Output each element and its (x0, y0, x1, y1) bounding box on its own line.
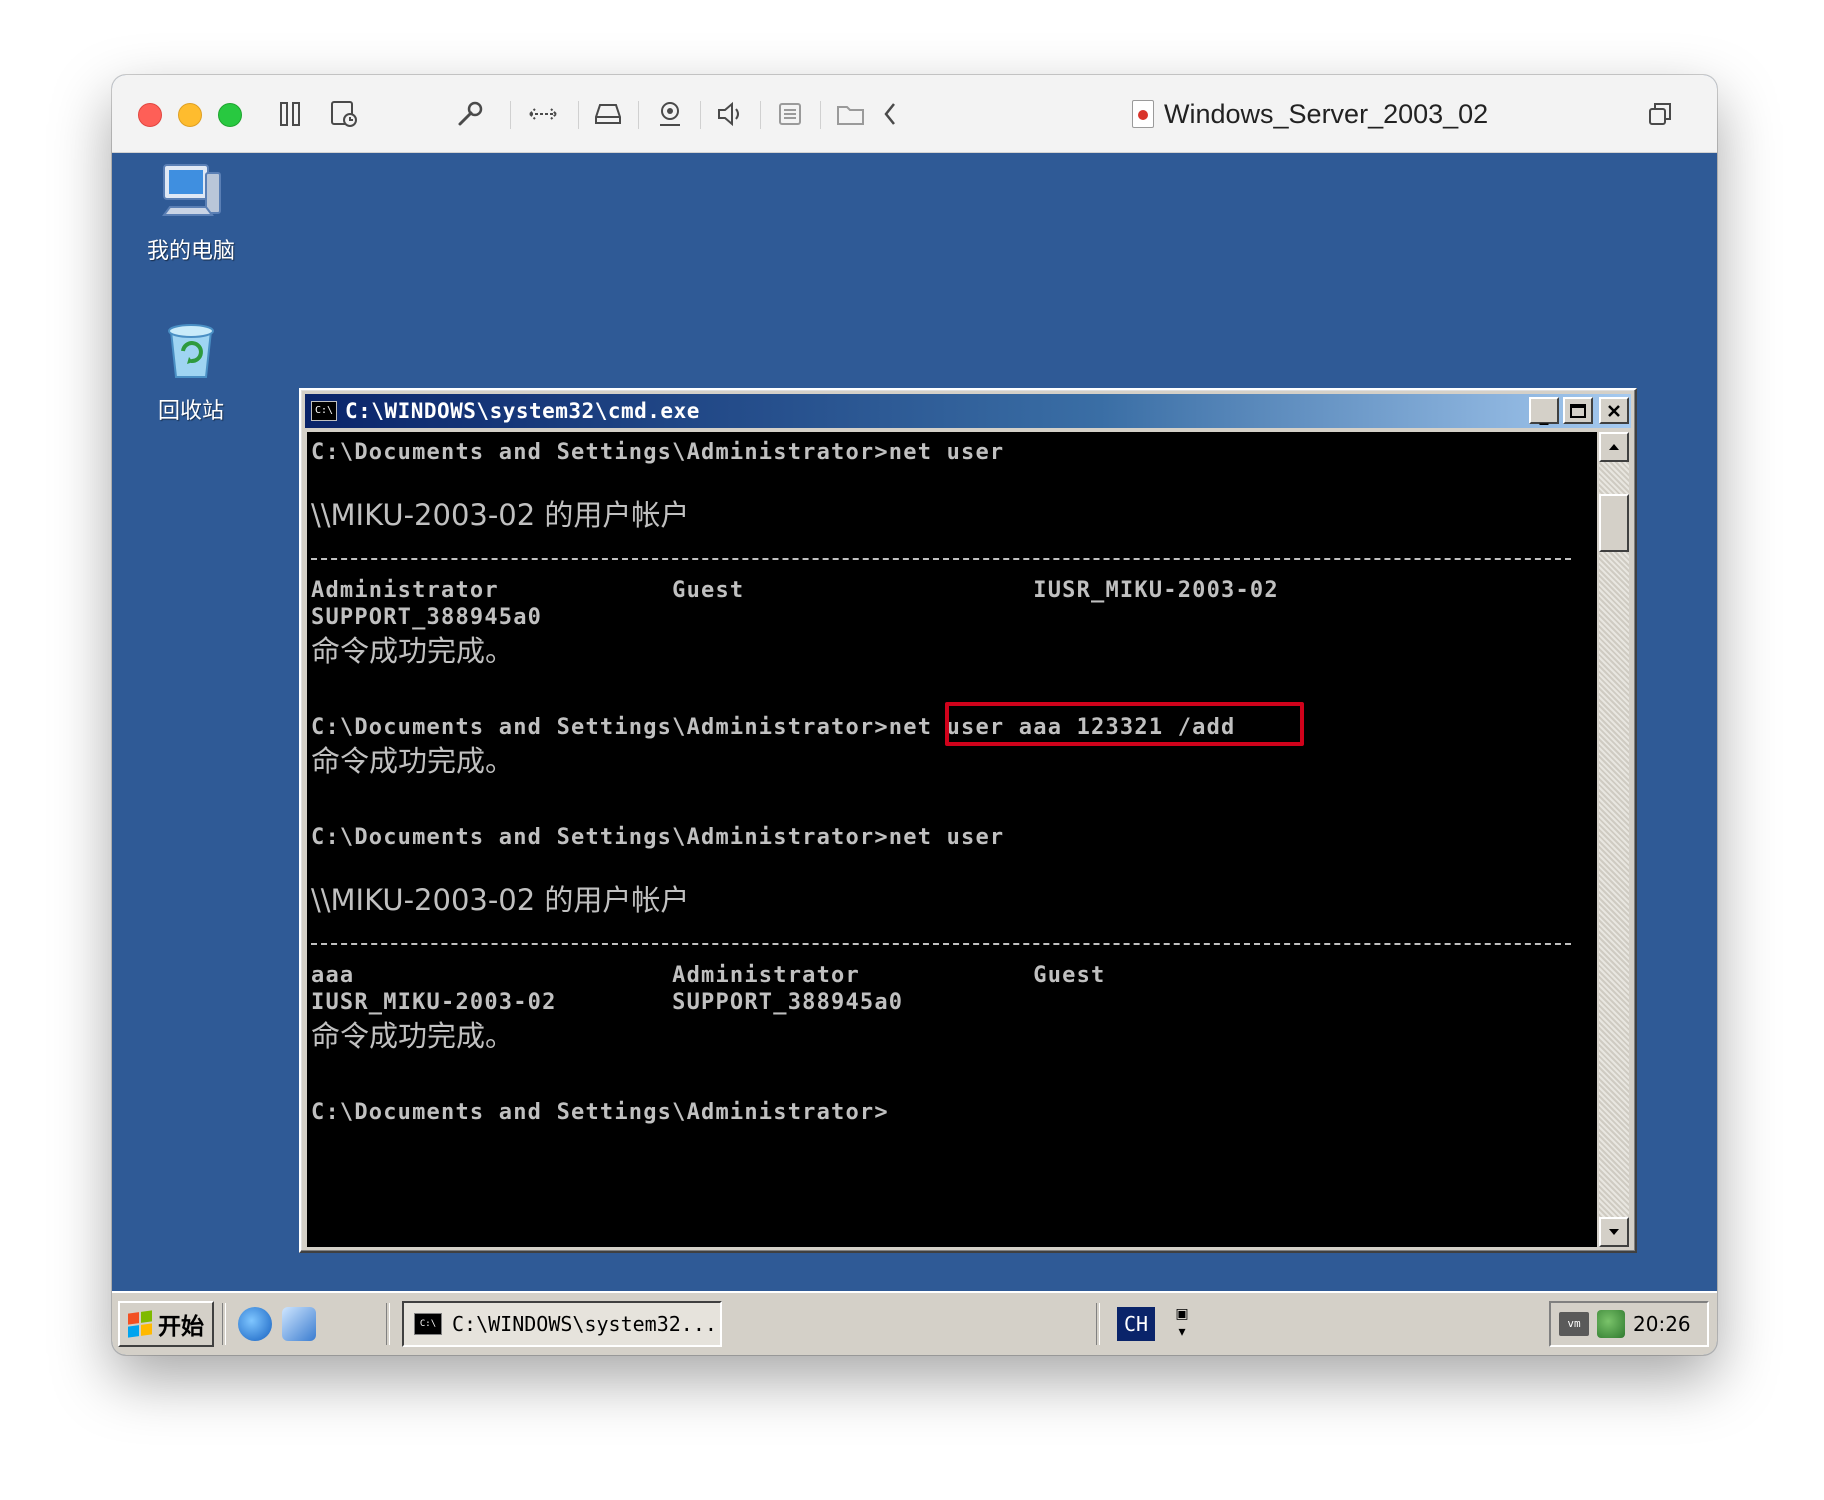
start-button[interactable]: 开始 (118, 1301, 214, 1347)
my-computer-icon (162, 164, 221, 216)
vm-document-icon (1132, 100, 1154, 128)
cmd-window[interactable]: C:\ C:\WINDOWS\system32\cmd.exe _ C:\Doc… (299, 388, 1637, 1253)
cmd-title-text: C:\WINDOWS\system32\cmd.exe (345, 399, 700, 423)
arrow-up-icon (1609, 444, 1619, 450)
desktop-icon-my-computer[interactable]: 我的电脑 (126, 159, 256, 265)
cmd-minimize-button[interactable]: _ (1529, 397, 1559, 426)
desktop-icon-label: 我的电脑 (146, 239, 235, 264)
cmd-titlebar[interactable]: C:\ C:\WINDOWS\system32\cmd.exe _ (305, 394, 1631, 428)
snapshot-icon[interactable] (327, 97, 361, 131)
toolbar-separator (760, 101, 761, 129)
taskbar-divider (1096, 1303, 1100, 1345)
zoom-window-button[interactable] (218, 103, 242, 127)
cmd-app-icon: C:\ (311, 401, 337, 421)
hard-disk-icon[interactable] (590, 97, 626, 131)
terminal-separator (311, 943, 1571, 945)
vm-title-text: Windows_Server_2003_02 (1164, 98, 1489, 129)
terminal-line: 命令成功完成。 (311, 634, 515, 668)
desktop-icon-label: 回收站 (157, 399, 224, 424)
usb-devices-icon[interactable] (772, 97, 808, 131)
taskbar: 开始 C:\ C:\WINDOWS\system32... CH ▣ ▾ vm 2… (112, 1291, 1717, 1355)
shared-folders-icon[interactable] (832, 97, 870, 131)
terminal-line: Administrator Guest IUSR_MIKU-2003-02 (311, 578, 1279, 603)
terminal-line: \\MIKU-2003-02 的用户帐户 (311, 883, 690, 917)
toolbar-separator (700, 101, 701, 129)
chevron-left-icon[interactable] (878, 97, 902, 131)
taskbar-divider (222, 1303, 226, 1345)
scroll-thumb[interactable] (1599, 494, 1629, 552)
cmd-maximize-button[interactable] (1563, 397, 1593, 424)
toolbar-separator (638, 101, 639, 129)
terminal-line: aaa Administrator Guest (311, 963, 1106, 988)
cmd-console[interactable]: C:\Documents and Settings\Administrator>… (307, 432, 1597, 1247)
taskbar-cmd-label: C:\WINDOWS\system32... (452, 1312, 717, 1336)
desktop: 我的电脑 回收站 C:\ C:\WINDOWS\system32\cmd.exe… (112, 153, 1717, 1291)
vm-window: Windows_Server_2003_02 我的电脑 回收站 C:\ C:\W… (112, 75, 1717, 1355)
taskbar-divider (386, 1303, 390, 1345)
internet-explorer-icon[interactable] (238, 1307, 272, 1341)
vm-toolbar: Windows_Server_2003_02 (112, 75, 1717, 153)
toolbar-separator (820, 101, 821, 129)
scroll-up-button[interactable] (1599, 432, 1629, 462)
network-icon[interactable] (1597, 1310, 1625, 1338)
recycle-bin-icon (168, 324, 214, 378)
server-manager-icon[interactable] (282, 1307, 316, 1341)
cmd-close-button[interactable] (1599, 397, 1629, 424)
minimize-window-button[interactable] (178, 103, 202, 127)
desktop-icon-recycle-bin[interactable]: 回收站 (126, 321, 256, 425)
clock: 20:26 (1633, 1312, 1691, 1336)
webcam-icon[interactable] (652, 97, 688, 131)
terminal-line: C:\Documents and Settings\Administrator>… (311, 440, 1005, 465)
ime-options-icon[interactable]: ▣ ▾ (1172, 1305, 1192, 1343)
terminal-line: \\MIKU-2003-02 的用户帐户 (311, 498, 690, 532)
system-tray: vm 20:26 (1549, 1301, 1709, 1347)
cmd-scrollbar[interactable] (1599, 432, 1629, 1247)
terminal-line: SUPPORT_388945a0 (311, 605, 543, 630)
ime-indicator[interactable]: CH (1117, 1307, 1155, 1341)
toolbar-separator (578, 101, 579, 129)
settings-wrench-icon[interactable] (452, 97, 488, 131)
resize-arrows-icon[interactable] (524, 97, 562, 131)
terminal-line: C:\Documents and Settings\Administrator> (311, 1100, 889, 1125)
speaker-icon[interactable] (712, 97, 748, 131)
windows-flag-icon (128, 1310, 152, 1338)
terminal-separator (311, 558, 1571, 560)
window-restore-icon[interactable] (1642, 97, 1678, 131)
terminal-line: 命令成功完成。 (311, 1019, 515, 1053)
terminal-line: C:\Documents and Settings\Administrator>… (311, 825, 1005, 850)
terminal-line: IUSR_MIKU-2003-02 SUPPORT_388945a0 (311, 990, 904, 1015)
toolbar-separator (510, 101, 511, 129)
cmd-mini-icon: C:\ (414, 1313, 442, 1335)
terminal-line: 命令成功完成。 (311, 744, 515, 778)
scroll-down-button[interactable] (1599, 1217, 1629, 1247)
vmware-tools-icon[interactable]: vm (1559, 1312, 1589, 1336)
command-highlight-box (945, 702, 1304, 746)
start-label: 开始 (158, 1314, 204, 1340)
taskbar-cmd-button[interactable]: C:\ C:\WINDOWS\system32... (402, 1301, 722, 1347)
maximize-icon (1570, 403, 1586, 418)
arrow-down-icon (1609, 1229, 1619, 1235)
pause-icon[interactable] (275, 97, 305, 131)
close-window-button[interactable] (138, 103, 162, 127)
close-icon (1608, 404, 1620, 417)
vm-title: Windows_Server_2003_02 (1132, 97, 1488, 131)
